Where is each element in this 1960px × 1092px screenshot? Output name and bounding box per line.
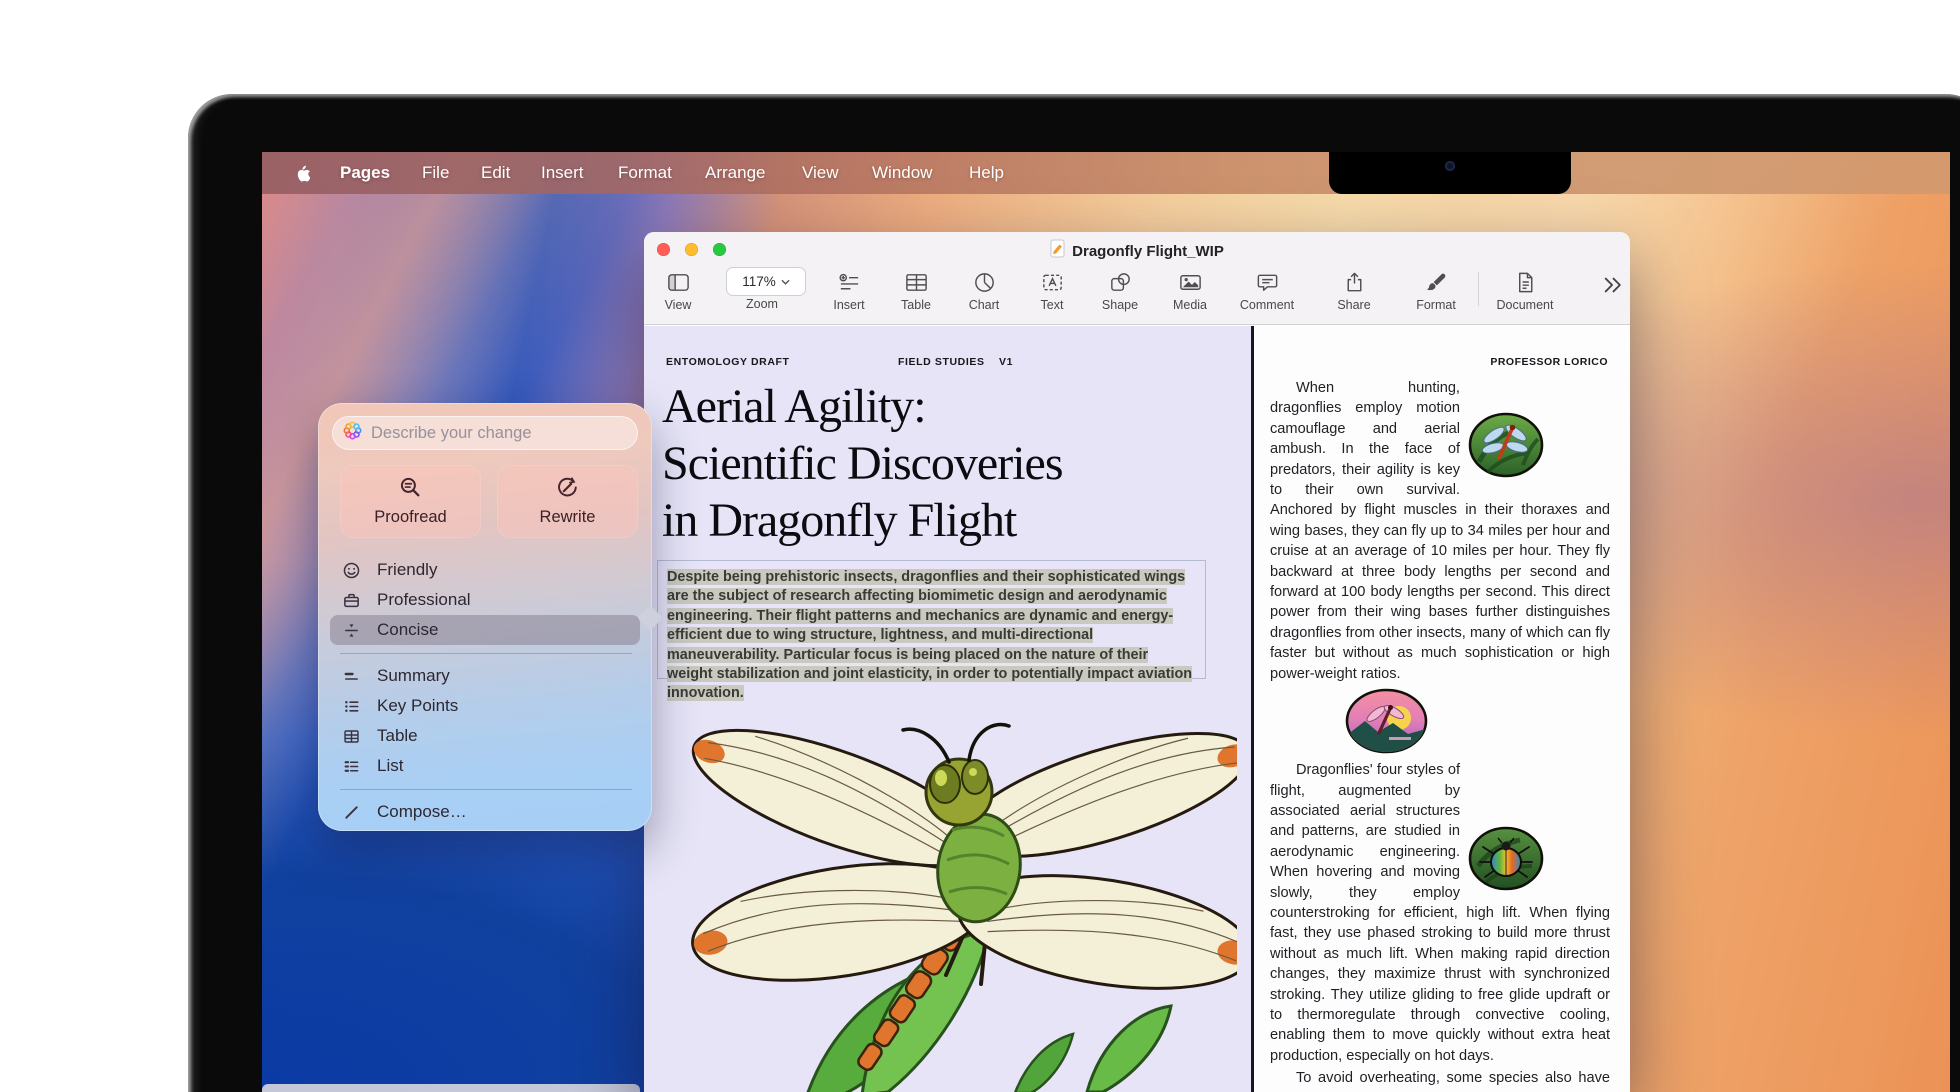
menu-item-edit[interactable]: Edit [481, 152, 510, 194]
body-text[interactable]: When hunting, dragonflies employ motion … [1270, 378, 1610, 1092]
share-icon [1318, 267, 1390, 297]
menu-item-window[interactable]: Window [872, 152, 932, 194]
zoom-dropdown[interactable]: 117% [726, 267, 806, 296]
concise-compress-icon [341, 620, 361, 640]
media-image-icon [1154, 267, 1226, 297]
toolbar-item-view[interactable]: View [644, 267, 714, 312]
display-notch [1329, 152, 1571, 194]
writing-tools-popup: Proofread Rewrite Friendl [318, 403, 652, 831]
toolbar-separator [1478, 272, 1479, 306]
writing-tools-item-friendly[interactable]: Friendly [330, 555, 640, 585]
toolbar-item-format[interactable]: Format [1400, 267, 1472, 312]
menu-bar: Pages File Edit Insert Format Arrange Vi… [262, 152, 1950, 194]
toolbar-overflow-chevron-icon[interactable] [1602, 274, 1624, 301]
document-right-column[interactable]: PROFESSOR LORICO [1254, 326, 1630, 1092]
bullet-list-icon [341, 696, 361, 716]
toolbar-item-text[interactable]: Text [1016, 267, 1088, 312]
text-box-icon [1016, 267, 1088, 297]
apple-menu-icon[interactable] [295, 164, 310, 187]
shape-icon [1084, 267, 1156, 297]
dragonfly-illustration[interactable] [657, 680, 1237, 1092]
document-page-icon [1489, 267, 1561, 297]
toolbar-item-document[interactable]: Document [1489, 267, 1561, 312]
screenshot-stage: Pages File Edit Insert Format Arrange Vi… [0, 0, 1960, 1092]
writing-tools-item-list[interactable]: List [330, 751, 640, 781]
paragraph-3[interactable]: To avoid overheating, some species also … [1270, 1068, 1610, 1092]
inline-image-jungle-dragonfly[interactable] [1468, 412, 1610, 482]
toolbar-item-insert[interactable]: Insert [813, 267, 885, 312]
comment-bubble-icon [1231, 267, 1303, 297]
inline-image-jungle-beetle[interactable] [1468, 826, 1610, 894]
toolbar-item-zoom[interactable]: 117% Zoom [726, 267, 798, 311]
writing-tools-item-professional[interactable]: Professional [330, 585, 640, 615]
document-left-column[interactable]: ENTOMOLOGY DRAFT FIELD STUDIES V1 Aerial… [644, 326, 1251, 1092]
summary-lines-icon [341, 666, 361, 686]
pages-window: Dragonfly Flight_WIP View 117% Zoom [644, 232, 1630, 1092]
pie-chart-icon [948, 267, 1020, 297]
toolbar-item-table[interactable]: Table [880, 267, 952, 312]
menu-item-insert[interactable]: Insert [541, 152, 584, 194]
window-titlebar[interactable]: Dragonfly Flight_WIP View 117% Zoom [644, 232, 1630, 325]
menu-item-file[interactable]: File [422, 152, 449, 194]
toolbar-item-comment[interactable]: Comment [1231, 267, 1303, 312]
insert-icon [813, 267, 885, 297]
camera-dot [1445, 161, 1455, 171]
eyebrow-entomology[interactable]: ENTOMOLOGY DRAFT [666, 356, 790, 368]
paragraph-1[interactable]: When hunting, dragonflies employ motion … [1270, 378, 1610, 684]
writing-tools-item-summary[interactable]: Summary [330, 661, 640, 691]
inline-image-sunset-dragonfly[interactable] [1270, 688, 1428, 758]
rewrite-button[interactable]: Rewrite [497, 465, 638, 538]
apple-intelligence-icon [343, 421, 362, 445]
writing-tools-item-key-points[interactable]: Key Points [330, 691, 640, 721]
rewrite-icon [556, 476, 579, 504]
writing-tools-item-compose[interactable]: Compose… [330, 797, 640, 827]
view-sidebar-icon [644, 267, 714, 297]
proofread-button[interactable]: Proofread [340, 465, 481, 538]
document-headline[interactable]: Aerial Agility: Scientific Discoveries i… [662, 378, 1063, 549]
menu-item-arrange[interactable]: Arrange [705, 152, 765, 194]
menu-item-view[interactable]: View [802, 152, 839, 194]
smiley-icon [341, 560, 361, 580]
menu-item-help[interactable]: Help [969, 152, 1004, 194]
writing-tools-item-table[interactable]: Table [330, 721, 640, 751]
toolbar-item-chart[interactable]: Chart [948, 267, 1020, 312]
describe-change-field[interactable] [332, 416, 638, 450]
paintbrush-icon [1400, 267, 1472, 297]
menu-item-pages[interactable]: Pages [340, 152, 390, 194]
popup-divider [340, 789, 632, 790]
toolbar-item-share[interactable]: Share [1318, 267, 1390, 312]
eyebrow-field-studies[interactable]: FIELD STUDIES [898, 356, 985, 368]
eyebrow-version[interactable]: V1 [999, 356, 1013, 368]
table-grid-icon [341, 726, 361, 746]
paragraph-2[interactable]: Dragonflies' four styles of flight, augm… [1270, 686, 1610, 1066]
proofread-magnifier-icon [399, 476, 422, 504]
table-icon [880, 267, 952, 297]
compose-pencil-icon [341, 802, 361, 822]
menu-item-format[interactable]: Format [618, 152, 672, 194]
byline[interactable]: PROFESSOR LORICO [1490, 356, 1608, 368]
window-title: Dragonfly Flight_WIP [1072, 243, 1224, 260]
document-file-icon [1050, 239, 1065, 263]
describe-change-input[interactable] [369, 423, 627, 444]
toolbar-item-shape[interactable]: Shape [1084, 267, 1156, 312]
briefcase-icon [341, 590, 361, 610]
selected-text-box[interactable]: Despite being prehistoric insects, drago… [657, 560, 1206, 679]
dashed-list-icon [341, 756, 361, 776]
toolbar-item-media[interactable]: Media [1154, 267, 1226, 312]
chevron-down-icon [781, 279, 790, 285]
writing-tools-item-concise[interactable]: Concise [330, 615, 640, 645]
background-window-edge [262, 1084, 640, 1092]
popup-divider [340, 653, 632, 654]
